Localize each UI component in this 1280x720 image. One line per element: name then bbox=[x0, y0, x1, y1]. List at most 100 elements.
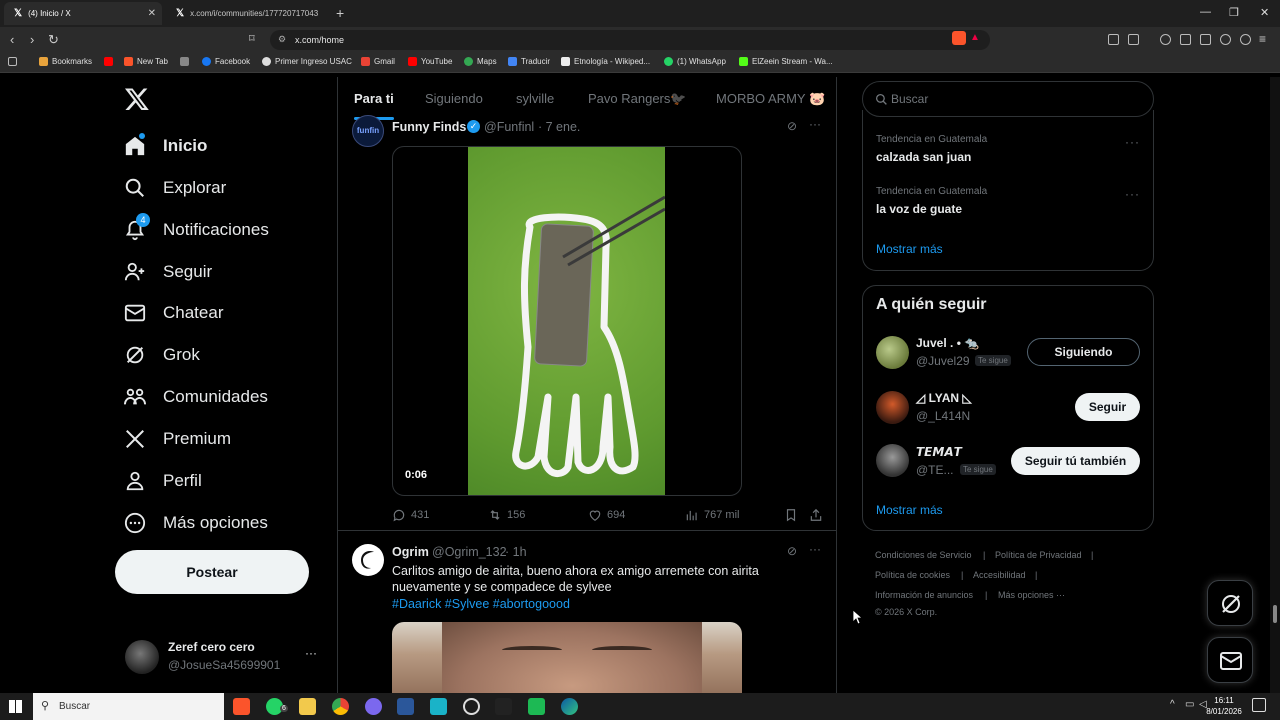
trend-name[interactable]: calzada san juan bbox=[876, 150, 971, 164]
follow-button[interactable]: Seguir bbox=[1075, 393, 1140, 421]
split-view-icon[interactable] bbox=[1180, 34, 1191, 45]
trend-more-icon[interactable]: ··· bbox=[1125, 187, 1140, 201]
bookmark-item[interactable]: New Tab bbox=[124, 57, 168, 66]
footer-ads-link[interactable]: Información de anuncios bbox=[875, 590, 973, 600]
site-info-icon[interactable]: ⚙ bbox=[278, 34, 286, 45]
obs-taskbar-icon[interactable] bbox=[463, 698, 480, 715]
tab-morbo-army[interactable]: MORBO ARMY 🐷 bbox=[716, 91, 825, 107]
tweet-hashtags[interactable]: #Daarick #Sylvee #abortogoood bbox=[392, 596, 570, 612]
brave-taskbar-icon[interactable] bbox=[233, 698, 250, 715]
file-explorer-taskbar-icon[interactable] bbox=[299, 698, 316, 715]
suggested-user-handle[interactable]: @_L414N bbox=[916, 409, 970, 423]
account-more-icon[interactable]: ··· bbox=[305, 646, 317, 660]
footer-more-link[interactable]: Más opciones ··· bbox=[998, 590, 1065, 600]
grok-explain-icon[interactable]: ⊘ bbox=[787, 119, 797, 133]
edge-taskbar-icon[interactable] bbox=[561, 698, 578, 715]
suggested-user-handle[interactable]: @TE... bbox=[916, 463, 954, 477]
sidebar-item-grok[interactable]: Grok bbox=[124, 340, 200, 370]
bookmark-item[interactable]: Etnología - Wikiped... bbox=[561, 57, 650, 66]
sidebar-item-perfil[interactable]: Perfil bbox=[124, 466, 202, 496]
suggested-user-name[interactable]: ◿ LYAN ◺ bbox=[916, 391, 972, 405]
tray-network-icon[interactable]: ▭ bbox=[1185, 699, 1194, 710]
trend-more-icon[interactable]: ··· bbox=[1125, 135, 1140, 149]
footer-accessibility-link[interactable]: Accesibilidad bbox=[973, 570, 1026, 580]
avatar[interactable]: funfin bbox=[352, 115, 384, 147]
tweet-more-icon[interactable]: ··· bbox=[809, 117, 821, 131]
avatar[interactable] bbox=[876, 391, 909, 424]
suggested-user-name[interactable]: Juvel . • 🐀 bbox=[916, 336, 979, 350]
footer-privacy-link[interactable]: Política de Privacidad bbox=[995, 550, 1082, 560]
address-bar[interactable]: ⚙ x.com/home ▲ bbox=[270, 30, 990, 50]
tweet-image[interactable] bbox=[392, 622, 742, 693]
messages-float-button[interactable] bbox=[1207, 637, 1253, 683]
bookmark-page-icon[interactable]: ⌑ bbox=[249, 32, 255, 45]
reload-icon[interactable]: ↻ bbox=[48, 32, 59, 48]
brave-shields-icon[interactable] bbox=[952, 31, 966, 45]
tab-pavo-rangers[interactable]: Pavo Rangers🐦‍⬛ bbox=[588, 91, 687, 107]
suggested-user-handle[interactable]: @Juvel29 bbox=[916, 354, 970, 368]
sidebar-panel-icon[interactable] bbox=[1128, 34, 1139, 45]
who-show-more-link[interactable]: Mostrar más bbox=[876, 503, 943, 517]
tab-communities[interactable]: 𝕏 x.com/i/communities/177720717043 bbox=[166, 2, 328, 25]
trends-show-more-link[interactable]: Mostrar más bbox=[876, 242, 943, 256]
bookmark-item[interactable]: Gmail bbox=[361, 57, 395, 66]
youtube-icon[interactable] bbox=[104, 57, 117, 66]
tweet-author-handle[interactable]: @Funfinl bbox=[484, 120, 534, 134]
tab-para-ti[interactable]: Para ti bbox=[354, 91, 394, 106]
following-button[interactable]: Siguiendo bbox=[1027, 338, 1140, 366]
minimize-icon[interactable]: — bbox=[1200, 6, 1211, 18]
audio-taskbar-icon[interactable] bbox=[495, 698, 512, 715]
notification-center-icon[interactable] bbox=[1252, 698, 1266, 712]
sidebar-item-notificaciones[interactable]: Notificaciones 4 bbox=[124, 213, 269, 245]
like-button[interactable]: 694 bbox=[588, 508, 625, 522]
retweet-button[interactable]: 156 bbox=[488, 508, 525, 522]
tweet-author-handle[interactable]: @Ogrim_132 bbox=[432, 545, 507, 559]
back-icon[interactable]: ‹ bbox=[10, 32, 14, 47]
account-switcher[interactable]: Zeref cero cero @JosueSa45699901 ··· bbox=[115, 632, 325, 682]
avatar[interactable] bbox=[876, 444, 909, 477]
word-taskbar-icon[interactable] bbox=[397, 698, 414, 715]
windows-start-icon[interactable] bbox=[9, 700, 22, 713]
taskbar-clock[interactable]: 16:11 bbox=[1204, 696, 1244, 705]
tray-chevron-icon[interactable]: ^ bbox=[1170, 699, 1175, 710]
wallet-icon[interactable] bbox=[1200, 34, 1211, 45]
footer-terms-link[interactable]: Condiciones de Servicio bbox=[875, 550, 972, 560]
apps-grid-icon[interactable] bbox=[8, 57, 21, 66]
post-button[interactable]: Postear bbox=[115, 550, 309, 594]
chrome-taskbar-icon[interactable] bbox=[332, 698, 349, 715]
footer-cookies-link[interactable]: Política de cookies bbox=[875, 570, 950, 580]
video-player[interactable]: 0:06 bbox=[392, 146, 742, 496]
sidebar-item-seguir[interactable]: Seguir bbox=[124, 257, 212, 287]
sidebar-item-premium[interactable]: Premium bbox=[124, 424, 231, 454]
forward-icon[interactable]: › bbox=[30, 32, 34, 47]
tweet-more-icon[interactable]: ··· bbox=[809, 542, 821, 556]
taskbar-search-input[interactable]: ⚲ Buscar bbox=[33, 693, 224, 720]
capcut-taskbar-icon[interactable] bbox=[430, 698, 447, 715]
grok-explain-icon[interactable]: ⊘ bbox=[787, 544, 797, 558]
sidebar-item-chatear[interactable]: Chatear bbox=[124, 298, 223, 328]
scrollbar-thumb[interactable] bbox=[1273, 605, 1277, 623]
app-taskbar-icon[interactable] bbox=[365, 698, 382, 715]
tweet-author-name[interactable]: Funny Finds bbox=[392, 120, 466, 134]
brave-rewards-icon[interactable]: ▲ bbox=[970, 32, 980, 43]
tab-inicio[interactable]: 𝕏 (4) Inicio / X ✕ bbox=[4, 2, 162, 25]
x-home-logo-icon[interactable] bbox=[124, 86, 150, 112]
bookmark-item[interactable]: Bookmarks bbox=[39, 57, 92, 66]
bookmark-item[interactable]: Maps bbox=[464, 57, 497, 66]
extensions-icon[interactable] bbox=[1108, 34, 1119, 45]
tweet-time[interactable]: · 7 ene. bbox=[538, 120, 580, 134]
tab-sylville[interactable]: sylville bbox=[516, 91, 554, 106]
bookmark-item[interactable]: Facebook bbox=[202, 57, 250, 66]
sidebar-item-mas-opciones[interactable]: Más opciones bbox=[124, 508, 268, 538]
close-tab-icon[interactable]: ✕ bbox=[148, 8, 156, 19]
tweet-time[interactable]: · 1h bbox=[505, 545, 527, 559]
follow-back-button[interactable]: Seguir tú también bbox=[1011, 447, 1140, 475]
restore-icon[interactable]: ❐ bbox=[1229, 6, 1239, 19]
bookmark-item[interactable]: Traducir bbox=[508, 57, 550, 66]
sidebar-item-comunidades[interactable]: Comunidades bbox=[124, 382, 268, 412]
leo-ai-icon[interactable] bbox=[1220, 34, 1231, 45]
bookmark-item[interactable]: ElZeein Stream - Wa... bbox=[739, 57, 833, 66]
close-window-icon[interactable]: ✕ bbox=[1260, 6, 1269, 19]
share-button[interactable] bbox=[809, 508, 828, 522]
bookmark-item[interactable]: Primer Ingreso USAC bbox=[262, 57, 352, 66]
